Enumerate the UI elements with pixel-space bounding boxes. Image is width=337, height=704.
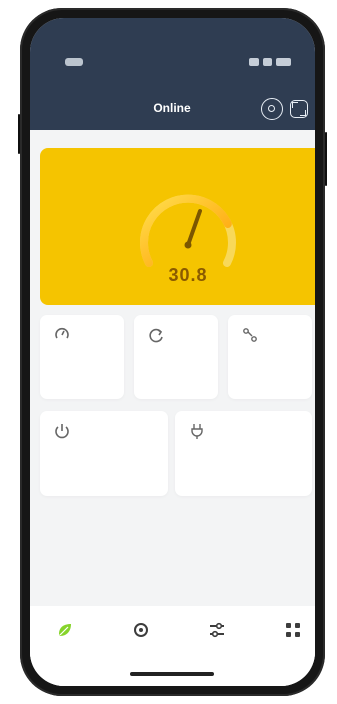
gauge-progress xyxy=(140,194,236,267)
gauge-icon xyxy=(55,327,69,339)
status-bar xyxy=(30,54,315,74)
refresh-icon xyxy=(149,328,163,343)
tab-home[interactable] xyxy=(40,620,90,660)
settings-button[interactable] xyxy=(261,98,283,120)
status-icons xyxy=(249,58,293,66)
energy-card-2[interactable] xyxy=(175,411,312,496)
volume-button xyxy=(18,114,20,154)
home-indicator xyxy=(130,672,214,676)
status-card-2[interactable] xyxy=(134,315,218,399)
page-title: Online xyxy=(153,101,191,115)
main-content: 30.8 xyxy=(30,130,315,686)
hero-card[interactable]: 30.8 xyxy=(40,148,315,305)
tab-controls[interactable] xyxy=(192,620,242,660)
gauge-value: 30.8 xyxy=(168,265,208,285)
power-icon xyxy=(55,424,69,439)
settings-icon xyxy=(134,623,148,637)
grid-icon xyxy=(286,623,300,637)
wifi-icon xyxy=(263,58,272,66)
gauge-hub xyxy=(184,241,192,249)
energy-card-1[interactable] xyxy=(40,411,168,496)
bottom-navigation xyxy=(30,606,315,686)
power-button xyxy=(325,132,327,186)
back-button[interactable] xyxy=(43,101,103,115)
leaf-icon xyxy=(59,624,71,636)
tab-settings[interactable] xyxy=(116,620,166,660)
expand-button[interactable] xyxy=(290,100,308,118)
plug-icon xyxy=(191,424,203,439)
tab-more[interactable] xyxy=(268,620,315,660)
sliders-icon xyxy=(210,622,224,638)
flow-icon xyxy=(243,328,257,342)
status-time xyxy=(65,58,83,66)
top-navigation: Online xyxy=(30,94,315,124)
battery-icon xyxy=(276,58,291,66)
gauge-needle xyxy=(186,209,202,247)
signal-icon xyxy=(249,58,259,66)
status-card-1[interactable] xyxy=(40,315,124,399)
screen: Online 30.8 xyxy=(30,18,315,686)
header-background xyxy=(30,18,315,144)
gauge: 30.8 xyxy=(124,181,252,299)
status-card-3[interactable] xyxy=(228,315,312,399)
phone-frame: Online 30.8 xyxy=(18,8,327,696)
